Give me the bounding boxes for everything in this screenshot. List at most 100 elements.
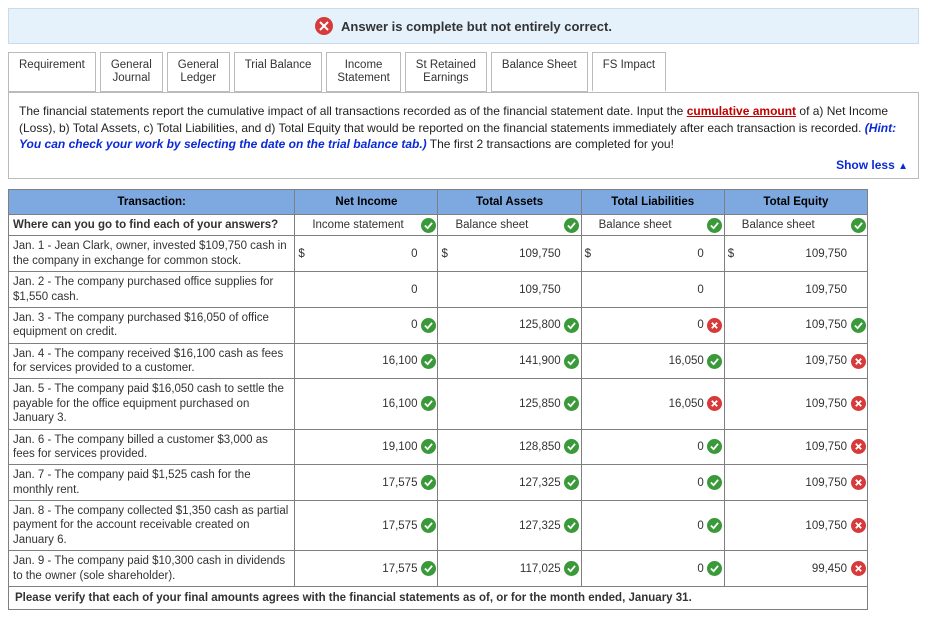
cell-value: 109,750 bbox=[739, 355, 849, 367]
header-transaction: Transaction: bbox=[9, 190, 295, 215]
cell-value: 0 bbox=[596, 284, 706, 296]
cell-value: Income statement bbox=[309, 219, 419, 231]
tab-line1: St Retained bbox=[416, 59, 476, 72]
instructions-text: The financial statements report the cumu… bbox=[19, 103, 908, 152]
value-cell[interactable]: Balance sheet bbox=[581, 215, 724, 236]
value-cell[interactable]: 128,850 bbox=[438, 429, 581, 465]
tab-balance-sheet[interactable]: Balance Sheet bbox=[491, 52, 588, 92]
value-cell[interactable]: 109,750 bbox=[724, 429, 867, 465]
value-cell[interactable]: 141,900 bbox=[438, 343, 581, 379]
value-cell[interactable]: 16,100 bbox=[295, 343, 438, 379]
cell-value: 127,325 bbox=[452, 477, 562, 489]
tab-retained-earnings[interactable]: St Retained Earnings bbox=[405, 52, 487, 92]
cell-value: Balance sheet bbox=[739, 219, 849, 231]
banner-text: Answer is complete but not entirely corr… bbox=[341, 19, 612, 34]
value-cell[interactable]: $109,750 bbox=[724, 236, 867, 272]
x-icon bbox=[851, 518, 866, 533]
value-cell[interactable]: 0 bbox=[581, 501, 724, 551]
check-icon bbox=[421, 318, 436, 333]
cell-value: 16,100 bbox=[309, 355, 419, 367]
cell-value: 117,025 bbox=[452, 563, 562, 575]
check-icon bbox=[564, 218, 579, 233]
value-cell[interactable]: 16,100 bbox=[295, 379, 438, 429]
value-cell[interactable]: Balance sheet bbox=[724, 215, 867, 236]
tab-line1: General bbox=[178, 59, 219, 72]
value-cell[interactable]: 125,800 bbox=[438, 307, 581, 343]
tab-income-statement[interactable]: Income Statement bbox=[326, 52, 400, 92]
check-icon bbox=[421, 396, 436, 411]
tab-line2: Ledger bbox=[178, 72, 219, 85]
check-icon bbox=[564, 475, 579, 490]
value-cell[interactable]: 109,750 bbox=[724, 343, 867, 379]
value-cell[interactable]: 125,850 bbox=[438, 379, 581, 429]
value-cell[interactable]: $0 bbox=[295, 236, 438, 272]
x-icon bbox=[851, 561, 866, 576]
value-cell[interactable]: 127,325 bbox=[438, 501, 581, 551]
value-cell[interactable]: 0 bbox=[295, 272, 438, 308]
cell-value: 109,750 bbox=[739, 398, 849, 410]
value-cell[interactable]: 109,750 bbox=[438, 272, 581, 308]
x-icon bbox=[851, 354, 866, 369]
instr-cumulative: cumulative amount bbox=[687, 104, 796, 118]
instructions-panel: The financial statements report the cumu… bbox=[8, 92, 919, 179]
value-cell[interactable]: 0 bbox=[581, 429, 724, 465]
value-cell[interactable]: 99,450 bbox=[724, 551, 867, 587]
tab-trial-balance[interactable]: Trial Balance bbox=[234, 52, 323, 92]
cell-value: 17,575 bbox=[309, 563, 419, 575]
tab-general-ledger[interactable]: General Ledger bbox=[167, 52, 230, 92]
value-cell[interactable]: 0 bbox=[581, 272, 724, 308]
value-cell[interactable]: 0 bbox=[581, 465, 724, 501]
value-cell[interactable]: 109,750 bbox=[724, 501, 867, 551]
check-icon bbox=[564, 354, 579, 369]
cell-value: 125,800 bbox=[452, 319, 562, 331]
check-icon bbox=[564, 518, 579, 533]
table-body: Where can you go to find each of your an… bbox=[9, 215, 868, 587]
value-cell[interactable]: 0 bbox=[295, 307, 438, 343]
cell-value: 0 bbox=[596, 520, 706, 532]
value-cell[interactable]: Income statement bbox=[295, 215, 438, 236]
check-icon bbox=[707, 439, 722, 454]
table-row: Jan. 6 - The company billed a customer $… bbox=[9, 429, 868, 465]
value-cell[interactable]: 0 bbox=[581, 307, 724, 343]
value-cell[interactable]: 127,325 bbox=[438, 465, 581, 501]
cell-value: 109,750 bbox=[739, 319, 849, 331]
tab-fs-impact[interactable]: FS Impact bbox=[592, 52, 666, 92]
currency-symbol: $ bbox=[438, 248, 452, 260]
transaction-desc: Jan. 3 - The company purchased $16,050 o… bbox=[9, 307, 295, 343]
cell-value: 17,575 bbox=[309, 520, 419, 532]
transaction-desc: Where can you go to find each of your an… bbox=[9, 215, 295, 236]
value-cell[interactable]: 109,750 bbox=[724, 272, 867, 308]
cell-value: 128,850 bbox=[452, 441, 562, 453]
value-cell[interactable]: $109,750 bbox=[438, 236, 581, 272]
value-cell[interactable]: 16,050 bbox=[581, 379, 724, 429]
value-cell[interactable]: 0 bbox=[581, 551, 724, 587]
show-less-link[interactable]: Show less ▲ bbox=[19, 158, 908, 172]
transaction-desc: Jan. 9 - The company paid $10,300 cash i… bbox=[9, 551, 295, 587]
fs-impact-table: Transaction: Net Income Total Assets Tot… bbox=[8, 189, 868, 610]
status-banner: Answer is complete but not entirely corr… bbox=[8, 8, 919, 44]
cell-value: 0 bbox=[596, 319, 706, 331]
check-icon bbox=[421, 475, 436, 490]
value-cell[interactable]: 109,750 bbox=[724, 379, 867, 429]
value-cell[interactable]: 109,750 bbox=[724, 465, 867, 501]
value-cell[interactable]: 17,575 bbox=[295, 501, 438, 551]
x-icon bbox=[707, 318, 722, 333]
table-row: Jan. 8 - The company collected $1,350 ca… bbox=[9, 501, 868, 551]
tab-requirement[interactable]: Requirement bbox=[8, 52, 96, 92]
value-cell[interactable]: Balance sheet bbox=[438, 215, 581, 236]
cell-value: 109,750 bbox=[739, 477, 849, 489]
value-cell[interactable]: 109,750 bbox=[724, 307, 867, 343]
value-cell[interactable]: 17,575 bbox=[295, 465, 438, 501]
value-cell[interactable]: 117,025 bbox=[438, 551, 581, 587]
tab-line1: Income bbox=[337, 59, 389, 72]
tab-general-journal[interactable]: General Journal bbox=[100, 52, 163, 92]
value-cell[interactable]: $0 bbox=[581, 236, 724, 272]
value-cell[interactable]: 17,575 bbox=[295, 551, 438, 587]
transaction-desc: Jan. 6 - The company billed a customer $… bbox=[9, 429, 295, 465]
value-cell[interactable]: 19,100 bbox=[295, 429, 438, 465]
cell-value: 109,750 bbox=[452, 284, 562, 296]
value-cell[interactable]: 16,050 bbox=[581, 343, 724, 379]
cell-value: 109,750 bbox=[452, 248, 562, 260]
cell-value: 109,750 bbox=[739, 248, 849, 260]
footer-row: Please verify that each of your final am… bbox=[9, 586, 868, 609]
